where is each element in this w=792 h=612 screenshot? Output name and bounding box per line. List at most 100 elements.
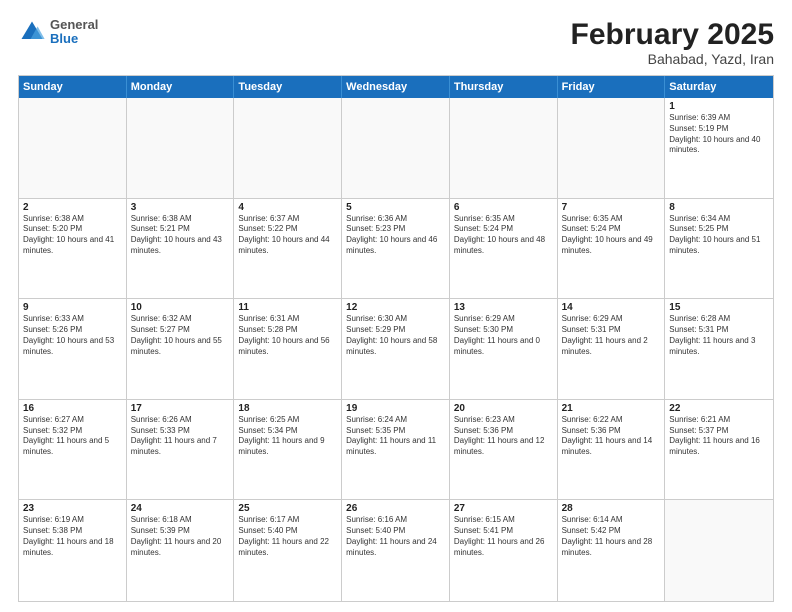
day-number: 21 (562, 403, 661, 414)
calendar-cell (19, 98, 127, 198)
calendar-cell (342, 98, 450, 198)
day-number: 12 (346, 302, 445, 313)
calendar-cell: 1Sunrise: 6:39 AMSunset: 5:19 PMDaylight… (665, 98, 773, 198)
title-block: February 2025 Bahabad, Yazd, Iran (571, 18, 774, 67)
calendar-cell (234, 98, 342, 198)
calendar-cell (450, 98, 558, 198)
day-number: 23 (23, 503, 122, 514)
day-info: Sunrise: 6:17 AMSunset: 5:40 PMDaylight:… (238, 515, 337, 558)
day-info: Sunrise: 6:14 AMSunset: 5:42 PMDaylight:… (562, 515, 661, 558)
calendar-cell: 13Sunrise: 6:29 AMSunset: 5:30 PMDayligh… (450, 299, 558, 399)
logo: General Blue (18, 18, 98, 47)
day-info: Sunrise: 6:32 AMSunset: 5:27 PMDaylight:… (131, 314, 230, 357)
day-number: 10 (131, 302, 230, 313)
logo-blue: Blue (50, 32, 98, 46)
day-info: Sunrise: 6:29 AMSunset: 5:30 PMDaylight:… (454, 314, 553, 357)
day-info: Sunrise: 6:25 AMSunset: 5:34 PMDaylight:… (238, 415, 337, 458)
calendar-page: General Blue February 2025 Bahabad, Yazd… (0, 0, 792, 612)
day-info: Sunrise: 6:22 AMSunset: 5:36 PMDaylight:… (562, 415, 661, 458)
calendar-cell: 22Sunrise: 6:21 AMSunset: 5:37 PMDayligh… (665, 400, 773, 500)
day-number: 15 (669, 302, 769, 313)
day-info: Sunrise: 6:34 AMSunset: 5:25 PMDaylight:… (669, 214, 769, 257)
calendar-body: 1Sunrise: 6:39 AMSunset: 5:19 PMDaylight… (19, 98, 773, 601)
calendar-week: 23Sunrise: 6:19 AMSunset: 5:38 PMDayligh… (19, 500, 773, 601)
calendar-cell: 21Sunrise: 6:22 AMSunset: 5:36 PMDayligh… (558, 400, 666, 500)
day-number: 3 (131, 202, 230, 213)
calendar-cell (665, 500, 773, 601)
calendar-cell: 12Sunrise: 6:30 AMSunset: 5:29 PMDayligh… (342, 299, 450, 399)
calendar-cell (558, 98, 666, 198)
calendar-week: 9Sunrise: 6:33 AMSunset: 5:26 PMDaylight… (19, 299, 773, 400)
calendar-cell: 5Sunrise: 6:36 AMSunset: 5:23 PMDaylight… (342, 199, 450, 299)
calendar-title: February 2025 (571, 18, 774, 51)
day-info: Sunrise: 6:29 AMSunset: 5:31 PMDaylight:… (562, 314, 661, 357)
day-number: 2 (23, 202, 122, 213)
day-info: Sunrise: 6:19 AMSunset: 5:38 PMDaylight:… (23, 515, 122, 558)
calendar-cell: 16Sunrise: 6:27 AMSunset: 5:32 PMDayligh… (19, 400, 127, 500)
day-info: Sunrise: 6:35 AMSunset: 5:24 PMDaylight:… (562, 214, 661, 257)
calendar-cell: 26Sunrise: 6:16 AMSunset: 5:40 PMDayligh… (342, 500, 450, 601)
day-number: 1 (669, 101, 769, 112)
calendar-cell: 27Sunrise: 6:15 AMSunset: 5:41 PMDayligh… (450, 500, 558, 601)
day-info: Sunrise: 6:26 AMSunset: 5:33 PMDaylight:… (131, 415, 230, 458)
calendar: SundayMondayTuesdayWednesdayThursdayFrid… (18, 75, 774, 602)
day-number: 17 (131, 403, 230, 414)
calendar-cell: 4Sunrise: 6:37 AMSunset: 5:22 PMDaylight… (234, 199, 342, 299)
weekday-header: Sunday (19, 76, 127, 98)
day-info: Sunrise: 6:31 AMSunset: 5:28 PMDaylight:… (238, 314, 337, 357)
day-number: 28 (562, 503, 661, 514)
weekday-header: Monday (127, 76, 235, 98)
calendar-cell: 18Sunrise: 6:25 AMSunset: 5:34 PMDayligh… (234, 400, 342, 500)
calendar-cell: 23Sunrise: 6:19 AMSunset: 5:38 PMDayligh… (19, 500, 127, 601)
day-info: Sunrise: 6:23 AMSunset: 5:36 PMDaylight:… (454, 415, 553, 458)
day-info: Sunrise: 6:38 AMSunset: 5:21 PMDaylight:… (131, 214, 230, 257)
day-number: 5 (346, 202, 445, 213)
day-number: 16 (23, 403, 122, 414)
calendar-cell: 19Sunrise: 6:24 AMSunset: 5:35 PMDayligh… (342, 400, 450, 500)
day-info: Sunrise: 6:28 AMSunset: 5:31 PMDaylight:… (669, 314, 769, 357)
calendar-cell: 14Sunrise: 6:29 AMSunset: 5:31 PMDayligh… (558, 299, 666, 399)
weekday-header: Friday (558, 76, 666, 98)
day-number: 18 (238, 403, 337, 414)
calendar-week: 1Sunrise: 6:39 AMSunset: 5:19 PMDaylight… (19, 98, 773, 199)
day-info: Sunrise: 6:36 AMSunset: 5:23 PMDaylight:… (346, 214, 445, 257)
day-number: 25 (238, 503, 337, 514)
day-number: 22 (669, 403, 769, 414)
calendar-cell: 15Sunrise: 6:28 AMSunset: 5:31 PMDayligh… (665, 299, 773, 399)
calendar-cell: 10Sunrise: 6:32 AMSunset: 5:27 PMDayligh… (127, 299, 235, 399)
page-header: General Blue February 2025 Bahabad, Yazd… (18, 18, 774, 67)
logo-text: General Blue (50, 18, 98, 47)
day-number: 8 (669, 202, 769, 213)
weekday-header: Saturday (665, 76, 773, 98)
day-number: 9 (23, 302, 122, 313)
day-info: Sunrise: 6:15 AMSunset: 5:41 PMDaylight:… (454, 515, 553, 558)
logo-icon (18, 18, 46, 46)
weekday-header: Wednesday (342, 76, 450, 98)
day-number: 4 (238, 202, 337, 213)
day-info: Sunrise: 6:33 AMSunset: 5:26 PMDaylight:… (23, 314, 122, 357)
calendar-cell: 20Sunrise: 6:23 AMSunset: 5:36 PMDayligh… (450, 400, 558, 500)
calendar-subtitle: Bahabad, Yazd, Iran (571, 51, 774, 67)
calendar-cell: 6Sunrise: 6:35 AMSunset: 5:24 PMDaylight… (450, 199, 558, 299)
day-number: 20 (454, 403, 553, 414)
day-info: Sunrise: 6:18 AMSunset: 5:39 PMDaylight:… (131, 515, 230, 558)
weekday-header: Tuesday (234, 76, 342, 98)
calendar-cell: 28Sunrise: 6:14 AMSunset: 5:42 PMDayligh… (558, 500, 666, 601)
calendar-cell: 9Sunrise: 6:33 AMSunset: 5:26 PMDaylight… (19, 299, 127, 399)
calendar-cell: 25Sunrise: 6:17 AMSunset: 5:40 PMDayligh… (234, 500, 342, 601)
day-info: Sunrise: 6:39 AMSunset: 5:19 PMDaylight:… (669, 113, 769, 156)
day-number: 6 (454, 202, 553, 213)
calendar-cell: 3Sunrise: 6:38 AMSunset: 5:21 PMDaylight… (127, 199, 235, 299)
calendar-week: 2Sunrise: 6:38 AMSunset: 5:20 PMDaylight… (19, 199, 773, 300)
day-info: Sunrise: 6:30 AMSunset: 5:29 PMDaylight:… (346, 314, 445, 357)
day-number: 19 (346, 403, 445, 414)
calendar-cell: 24Sunrise: 6:18 AMSunset: 5:39 PMDayligh… (127, 500, 235, 601)
day-number: 7 (562, 202, 661, 213)
calendar-header: SundayMondayTuesdayWednesdayThursdayFrid… (19, 76, 773, 98)
day-number: 11 (238, 302, 337, 313)
day-number: 27 (454, 503, 553, 514)
calendar-cell (127, 98, 235, 198)
day-info: Sunrise: 6:35 AMSunset: 5:24 PMDaylight:… (454, 214, 553, 257)
day-info: Sunrise: 6:38 AMSunset: 5:20 PMDaylight:… (23, 214, 122, 257)
calendar-cell: 7Sunrise: 6:35 AMSunset: 5:24 PMDaylight… (558, 199, 666, 299)
